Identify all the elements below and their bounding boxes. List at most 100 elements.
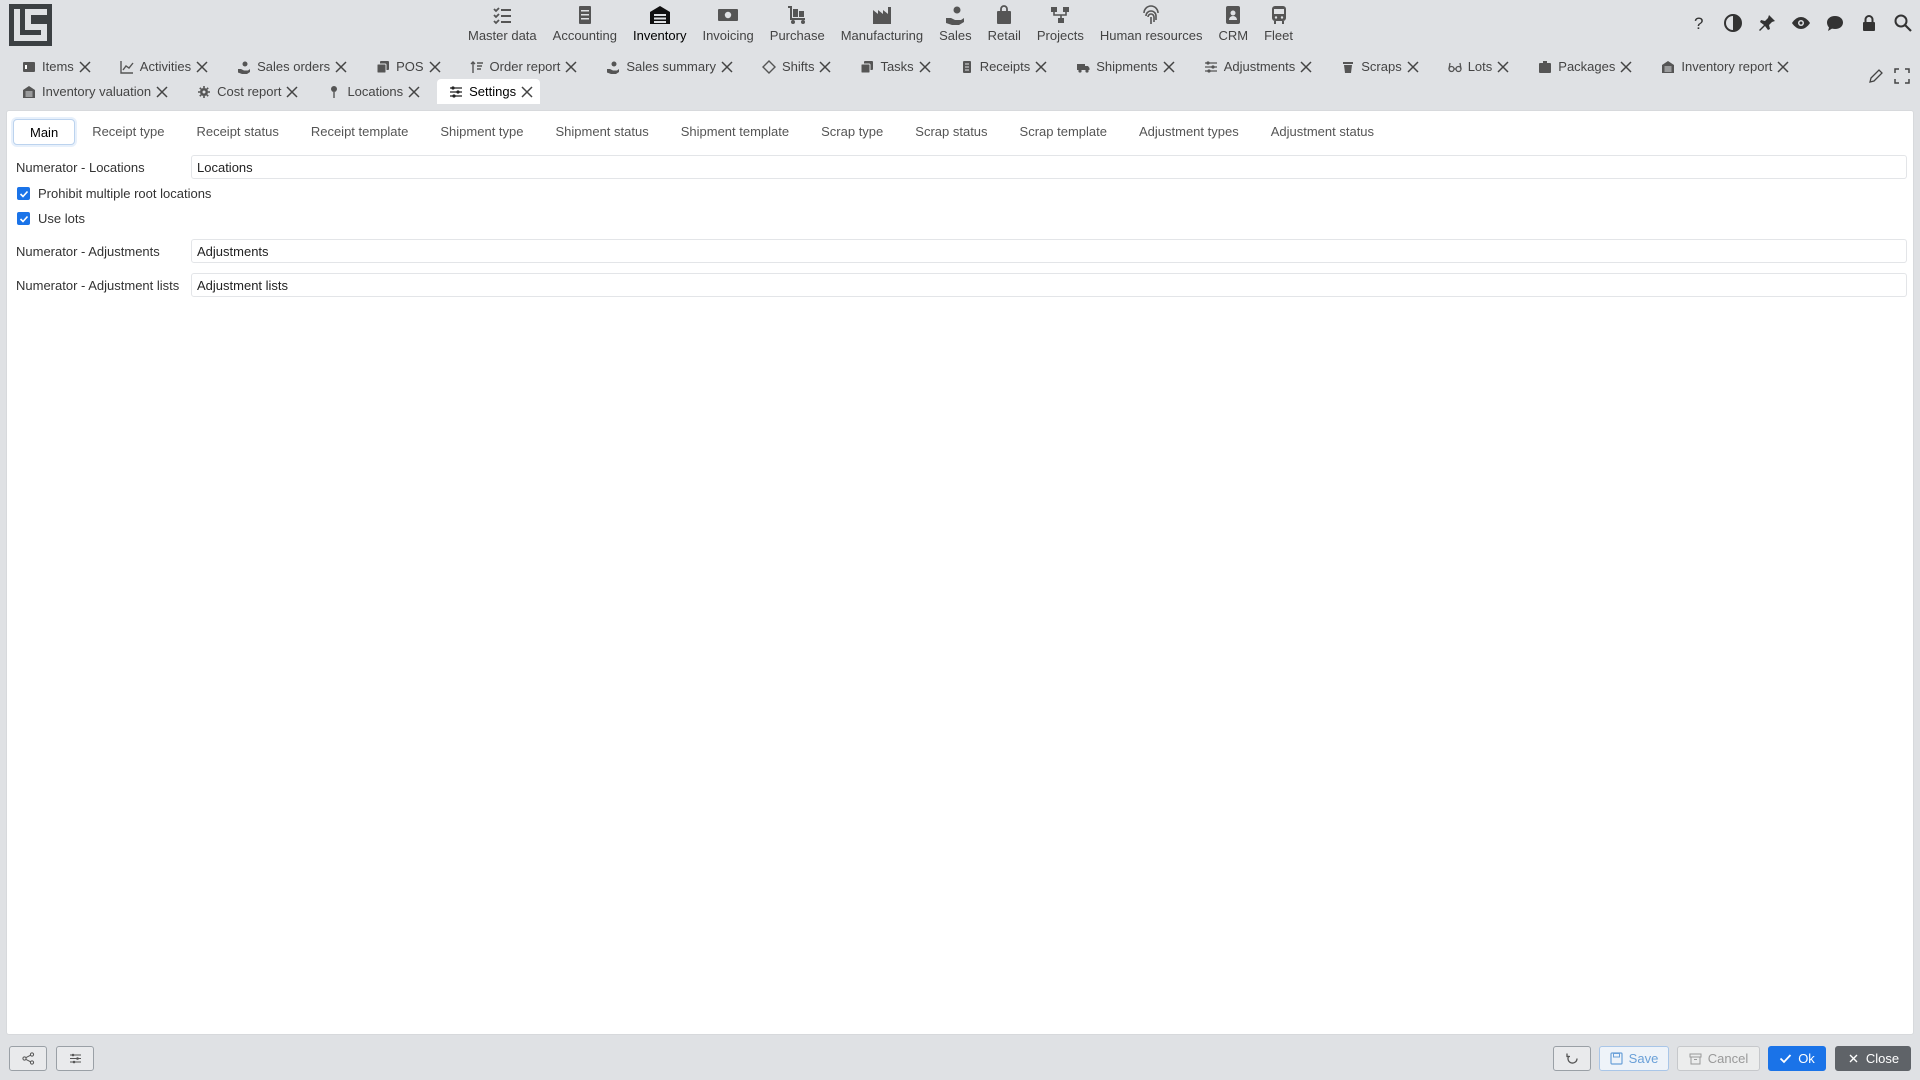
close-icon[interactable] bbox=[1034, 60, 1048, 74]
tab-label: Inventory report bbox=[1681, 59, 1773, 74]
shopping-bag-icon bbox=[997, 5, 1012, 24]
fullscreen-icon[interactable] bbox=[1894, 68, 1910, 84]
hand-coin-icon bbox=[606, 60, 620, 74]
subtab-receipt-type[interactable]: Receipt type bbox=[76, 119, 180, 145]
tab-activities[interactable]: Activities bbox=[108, 54, 215, 79]
numerator-adjustments-input[interactable] bbox=[191, 239, 1907, 263]
tab-items[interactable]: Items bbox=[10, 54, 98, 79]
tab-shifts[interactable]: Shifts bbox=[750, 54, 839, 79]
tab-cost-report[interactable]: Cost report bbox=[185, 79, 305, 104]
module-projects[interactable]: Projects bbox=[1029, 0, 1092, 51]
tab-inventory-report[interactable]: Inventory report bbox=[1649, 54, 1796, 79]
module-purchase[interactable]: Purchase bbox=[762, 0, 833, 51]
module-invoicing[interactable]: Invoicing bbox=[694, 0, 761, 51]
subtab-shipment-status[interactable]: Shipment status bbox=[540, 119, 665, 145]
cancel-button[interactable]: Cancel bbox=[1677, 1046, 1760, 1071]
module-fleet[interactable]: Fleet bbox=[1256, 0, 1301, 51]
subtab-receipt-template[interactable]: Receipt template bbox=[295, 119, 425, 145]
close-icon[interactable] bbox=[1496, 60, 1510, 74]
tab-settings[interactable]: Settings bbox=[437, 79, 541, 104]
subtab-shipment-type[interactable]: Shipment type bbox=[424, 119, 539, 145]
svg-text:?: ? bbox=[1694, 14, 1703, 33]
close-icon[interactable] bbox=[407, 85, 421, 99]
close-icon[interactable] bbox=[818, 60, 832, 74]
close-icon[interactable] bbox=[155, 85, 169, 99]
module-label: Inventory bbox=[632, 28, 687, 43]
tab-shipments[interactable]: Shipments bbox=[1064, 54, 1181, 79]
module-sales[interactable]: Sales bbox=[931, 0, 980, 51]
close-icon[interactable] bbox=[720, 60, 734, 74]
tab-packages[interactable]: Packages bbox=[1526, 54, 1639, 79]
close-icon[interactable] bbox=[1162, 60, 1176, 74]
eye-icon[interactable] bbox=[1790, 12, 1812, 34]
tab-scraps[interactable]: Scraps bbox=[1329, 54, 1425, 79]
warehouse-icon bbox=[1661, 60, 1675, 74]
module-master-data[interactable]: Master data bbox=[460, 0, 545, 51]
close-icon[interactable] bbox=[285, 85, 299, 99]
save-button[interactable]: Save bbox=[1599, 1046, 1669, 1071]
module-human-resources[interactable]: Human resources bbox=[1092, 0, 1211, 51]
use-lots-checkbox[interactable] bbox=[17, 212, 30, 225]
items-icon bbox=[22, 60, 36, 74]
pin-icon[interactable] bbox=[1756, 12, 1778, 34]
subtab-receipt-status[interactable]: Receipt status bbox=[180, 119, 294, 145]
tab-receipts[interactable]: Receipts bbox=[948, 54, 1055, 79]
close-icon[interactable] bbox=[1776, 60, 1790, 74]
tab-order-report[interactable]: Order report bbox=[458, 54, 585, 79]
factory-icon bbox=[872, 7, 891, 24]
close-icon[interactable] bbox=[918, 60, 932, 74]
edit-pencil-icon[interactable] bbox=[1868, 68, 1884, 84]
refresh-button[interactable] bbox=[1553, 1046, 1591, 1071]
prohibit-multiple-root-checkbox[interactable] bbox=[17, 187, 30, 200]
tab-label: Receipts bbox=[979, 59, 1031, 74]
close-icon[interactable] bbox=[1299, 60, 1313, 74]
module-crm[interactable]: CRM bbox=[1210, 0, 1256, 51]
tab-tasks[interactable]: Tasks bbox=[848, 54, 937, 79]
tab-pos[interactable]: POS bbox=[364, 54, 447, 79]
close-button[interactable]: Close bbox=[1835, 1046, 1911, 1071]
chat-icon[interactable] bbox=[1824, 12, 1846, 34]
close-icon[interactable] bbox=[1619, 60, 1633, 74]
help-icon[interactable]: ? bbox=[1688, 12, 1710, 34]
use-lots-row[interactable]: Use lots bbox=[17, 211, 85, 226]
tab-lots[interactable]: Lots bbox=[1436, 54, 1517, 79]
subtab-scrap-type[interactable]: Scrap type bbox=[805, 119, 899, 145]
lock-icon[interactable] bbox=[1858, 12, 1880, 34]
subtab-scrap-template[interactable]: Scrap template bbox=[1004, 119, 1123, 145]
module-label: CRM bbox=[1218, 28, 1249, 43]
close-icon[interactable] bbox=[520, 85, 534, 99]
tab-label: Order report bbox=[489, 59, 561, 74]
subtab-scrap-status[interactable]: Scrap status bbox=[899, 119, 1003, 145]
tab-locations[interactable]: Locations bbox=[315, 79, 427, 104]
tab-inventory-valuation[interactable]: Inventory valuation bbox=[10, 79, 175, 104]
close-icon[interactable] bbox=[195, 60, 209, 74]
ok-button[interactable]: Ok bbox=[1768, 1046, 1826, 1071]
module-inventory[interactable]: Inventory bbox=[625, 0, 694, 51]
view-settings-button[interactable] bbox=[56, 1046, 94, 1071]
close-icon[interactable] bbox=[1406, 60, 1420, 74]
subtab-adjustment-types[interactable]: Adjustment types bbox=[1123, 119, 1255, 145]
numerator-locations-input[interactable] bbox=[191, 155, 1907, 179]
theme-contrast-icon[interactable] bbox=[1722, 12, 1744, 34]
open-tabs: Items Activities Sales orders POS Order … bbox=[10, 54, 1870, 104]
tab-label: Lots bbox=[1467, 59, 1493, 74]
prohibit-multiple-root-row[interactable]: Prohibit multiple root locations bbox=[17, 186, 211, 201]
module-manufacturing[interactable]: Manufacturing bbox=[833, 0, 931, 51]
numerator-adjustment-lists-input[interactable] bbox=[191, 273, 1907, 297]
search-icon[interactable] bbox=[1892, 12, 1914, 34]
module-accounting[interactable]: Accounting bbox=[545, 0, 625, 51]
tab-sales-summary[interactable]: Sales summary bbox=[594, 54, 740, 79]
top-navigation-bar: Master data Accounting Inventory Invoici… bbox=[0, 0, 1920, 51]
app-logo[interactable] bbox=[9, 4, 52, 46]
close-icon[interactable] bbox=[78, 60, 92, 74]
module-retail[interactable]: Retail bbox=[980, 0, 1029, 51]
subtab-adjustment-status[interactable]: Adjustment status bbox=[1255, 119, 1390, 145]
subtab-shipment-template[interactable]: Shipment template bbox=[665, 119, 805, 145]
subtab-main[interactable]: Main bbox=[13, 119, 76, 145]
close-icon[interactable] bbox=[428, 60, 442, 74]
share-button[interactable] bbox=[9, 1046, 47, 1071]
tab-adjustments[interactable]: Adjustments bbox=[1192, 54, 1320, 79]
tab-sales-orders[interactable]: Sales orders bbox=[225, 54, 354, 79]
close-icon[interactable] bbox=[334, 60, 348, 74]
close-icon[interactable] bbox=[564, 60, 578, 74]
